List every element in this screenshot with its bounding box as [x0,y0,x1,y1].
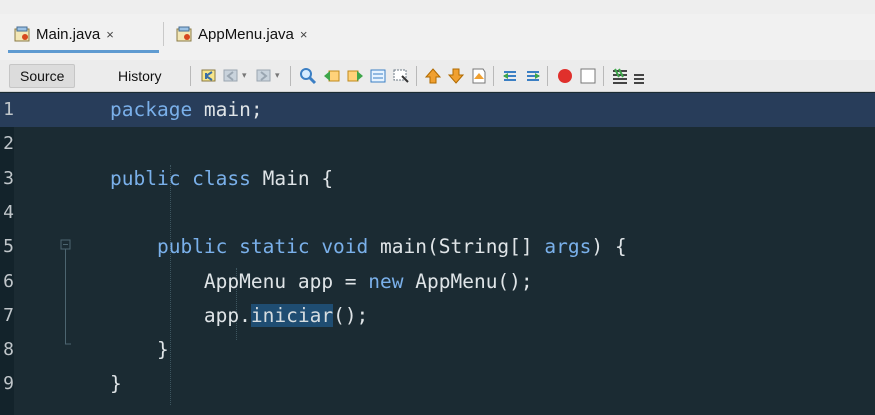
code-token: } [110,372,122,396]
code-line[interactable]: 8 } [0,333,875,367]
close-icon[interactable]: × [106,27,114,42]
start-macro-recording-icon[interactable] [556,67,574,85]
code-token: main(String[] [380,235,545,259]
tab-appmenu-java[interactable]: AppMenu.java × [176,20,308,48]
toolbar-separator [603,66,604,86]
code-token: main; [203,98,263,121]
code-token: public class [110,166,263,190]
code-line[interactable]: 7 app.iniciar(); [0,299,875,333]
code-text: package main; [110,98,263,121]
code-token: new [368,269,416,293]
code-token: app. [110,303,251,327]
code-line[interactable]: 3 public class Main { [0,162,875,196]
code-line[interactable]: 1 package main; [0,93,875,128]
tab-appmenu-java-label: AppMenu.java [198,25,294,43]
code-text: app.iniciar(); [110,303,369,327]
line-number: 7 [3,304,14,326]
line-number: 4 [3,201,14,223]
find-previous-icon[interactable] [323,67,341,85]
code-text: } [110,372,122,395]
tab-bar-top-strip [0,0,875,14]
code-text: } [110,338,169,361]
shift-left-icon[interactable] [501,67,519,85]
active-tab-indicator [8,50,159,53]
last-edit-icon[interactable] [200,67,218,85]
code-token: AppMenu(); [415,269,533,293]
forward-icon[interactable] [255,67,273,85]
code-text: AppMenu app = new AppMenu(); [110,270,533,293]
back-dropdown-icon[interactable]: ▾ [242,70,247,81]
find-selection-icon[interactable] [299,67,317,85]
code-text: public class Main { [110,167,333,190]
code-token: args [544,235,592,259]
code-line[interactable]: 6 AppMenu app = new AppMenu(); [0,265,875,299]
line-number: 9 [3,373,14,395]
code-editor[interactable]: 1 package main; 2 3 public class Main { 4 5 pu… [0,93,875,415]
previous-bookmark-icon[interactable] [424,67,442,85]
shift-right-icon[interactable] [524,67,542,85]
code-token: Main { [262,166,334,190]
toolbar-separator [290,66,291,86]
toggle-highlight-icon[interactable] [369,67,387,85]
code-text: public static void main(String[] args) { [110,235,627,258]
selected-identifier: iniciar [250,303,334,327]
line-number: 3 [3,167,14,189]
tab-divider [163,22,164,46]
comment-icon[interactable] [611,67,629,85]
toolbar-separator [416,66,417,86]
java-file-icon [176,26,193,43]
code-token: (); [333,303,369,327]
code-token: } [110,338,169,362]
find-next-icon[interactable] [346,67,364,85]
toolbar-separator [190,66,191,86]
code-line[interactable]: 5 public static void main(String[] args)… [0,230,875,264]
source-view-button[interactable]: Source [9,64,76,88]
uncomment-icon[interactable] [634,67,644,85]
next-bookmark-icon[interactable] [447,67,465,85]
toggle-rectangular-selection-icon[interactable] [392,67,410,85]
code-token: AppMenu app = [110,269,369,293]
tab-main-java[interactable]: Main.java × [14,20,114,48]
history-view-button[interactable]: History [108,64,172,88]
line-number: 6 [3,270,14,292]
tab-main-java-label: Main.java [36,25,101,43]
back-icon[interactable] [222,67,240,85]
editor-toolbar: Source History ▾ ▾ [0,60,875,92]
forward-dropdown-icon[interactable]: ▾ [275,70,280,81]
editor-tab-bar: Main.java × AppMenu.java × [0,0,875,60]
stop-macro-recording-icon[interactable] [579,67,597,85]
toggle-bookmark-icon[interactable] [470,67,488,85]
code-line[interactable]: 4 [0,196,875,230]
close-icon[interactable]: × [300,27,308,42]
line-number: 8 [3,339,14,361]
code-token: package [110,98,204,121]
toolbar-separator [493,66,494,86]
code-token: ) { [591,235,627,259]
code-line[interactable]: 2 [0,127,875,161]
line-number: 5 [3,236,14,258]
code-line[interactable]: 9} [0,367,875,401]
line-number: 2 [3,133,14,155]
toolbar-separator [547,66,548,86]
code-token: public static void [110,235,381,259]
java-file-icon [14,26,31,43]
line-number: 1 [3,99,14,120]
